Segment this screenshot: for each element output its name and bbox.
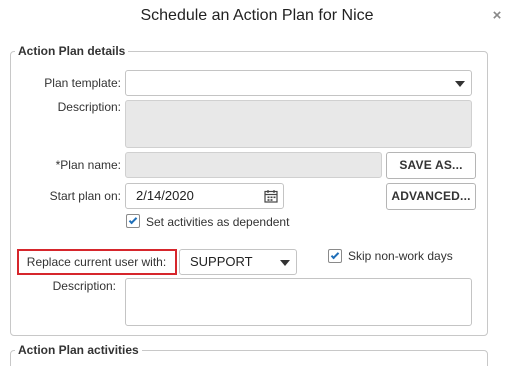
plan-name-label: *Plan name: — [55, 158, 121, 172]
action-plan-activities-section: Action Plan activities — [10, 343, 488, 366]
dialog-title: Schedule an Action Plan for Nice — [140, 7, 374, 24]
skip-nonwork-label[interactable]: Skip non-work days — [348, 249, 453, 263]
replace-user-select[interactable]: SUPPORT — [179, 249, 297, 275]
description2-textarea[interactable] — [125, 278, 472, 326]
activities-legend: Action Plan activities — [18, 343, 139, 357]
checkmark-icon — [128, 215, 138, 225]
plan-template-select[interactable] — [125, 70, 472, 96]
start-plan-label: Start plan on: — [49, 189, 121, 203]
calendar-icon[interactable] — [264, 189, 278, 203]
description-field — [125, 100, 472, 148]
replace-user-label: Replace current user with: — [26, 255, 167, 269]
description2-label: Description: — [52, 279, 116, 293]
set-dependent-label[interactable]: Set activities as dependent — [146, 215, 289, 229]
start-plan-date-value: 2/14/2020 — [136, 188, 194, 203]
replace-user-value: SUPPORT — [190, 254, 253, 269]
start-plan-date-input[interactable]: 2/14/2020 — [125, 183, 284, 209]
details-legend: Action Plan details — [18, 44, 126, 58]
plan-name-input — [125, 152, 382, 178]
checkmark-icon — [330, 250, 340, 260]
chevron-down-icon — [280, 260, 290, 266]
plan-template-label: Plan template: — [44, 76, 121, 90]
advanced-button[interactable]: ADVANCED... — [386, 183, 476, 210]
set-dependent-checkbox[interactable] — [126, 214, 140, 228]
save-as-button[interactable]: SAVE AS... — [386, 152, 476, 179]
close-icon[interactable]: × — [489, 8, 505, 24]
description-label: Description: — [57, 100, 121, 114]
chevron-down-icon — [455, 81, 465, 87]
skip-nonwork-checkbox[interactable] — [328, 249, 342, 263]
